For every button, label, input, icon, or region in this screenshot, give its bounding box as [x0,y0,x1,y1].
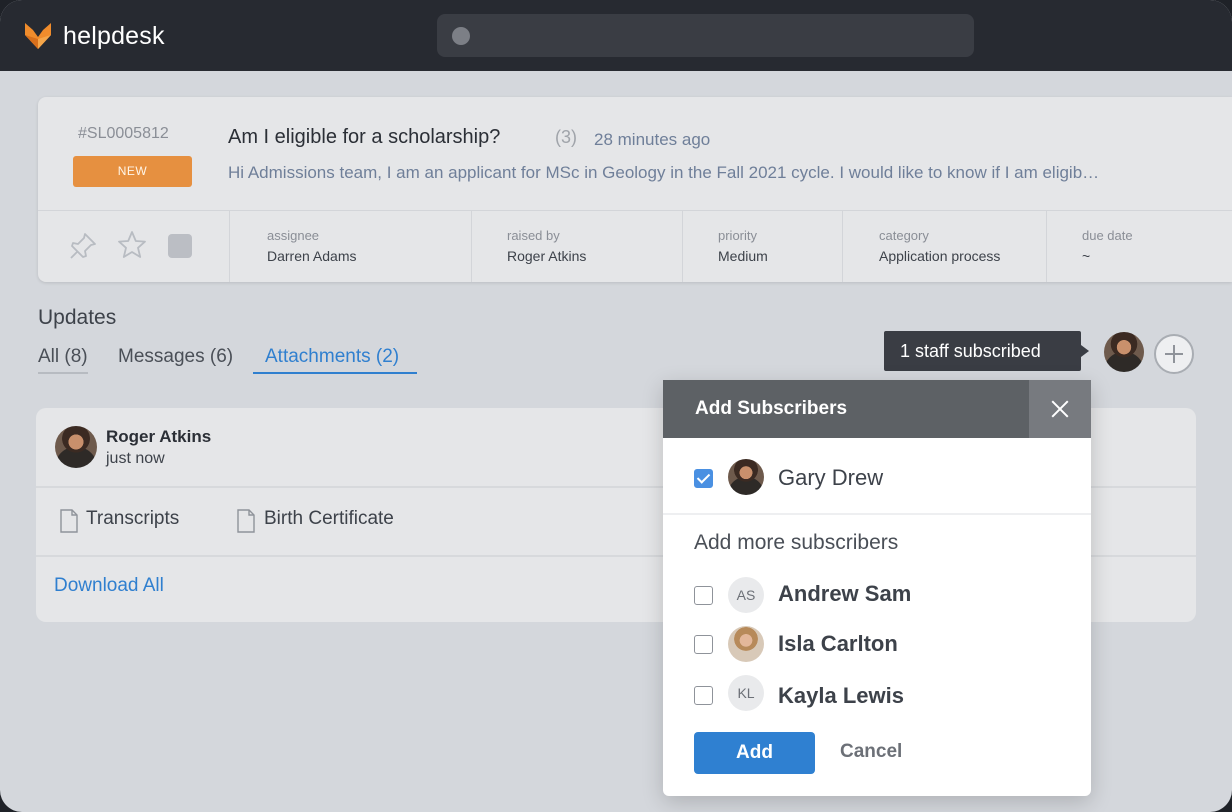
top-bar: helpdesk [0,0,1232,71]
file-link[interactable]: Transcripts [86,508,179,530]
candidate-name: Andrew Sam [778,581,912,606]
meta-label: priority [718,228,758,243]
meta-due-date[interactable]: due date ~ [1046,211,1232,282]
ticket-actions [38,211,229,282]
add-more-label: Add more subscribers [694,531,899,554]
updates-heading: Updates [38,306,117,329]
square-icon[interactable] [168,234,192,258]
meta-assignee[interactable]: assignee Darren Adams [229,211,471,282]
avatar [728,459,764,495]
tab-attachments[interactable]: Attachments (2) [253,346,417,374]
meta-value: Application process [879,248,1001,264]
tab-messages[interactable]: Messages (6) [118,346,233,372]
brand-name: helpdesk [63,22,165,50]
meta-priority[interactable]: priority Medium [682,211,842,282]
avatar: KL [728,675,764,711]
modal-header: Add Subscribers [663,380,1091,438]
ticket-time: 28 minutes ago [594,130,711,149]
pin-icon[interactable] [68,231,98,261]
download-all-link[interactable]: Download All [54,575,164,597]
candidate-checkbox[interactable] [694,686,713,705]
meta-value: Medium [718,248,768,264]
ticket-snippet: Hi Admissions team, I am an applicant fo… [228,163,1100,182]
post-time: just now [106,450,165,467]
search-input[interactable] [437,14,974,57]
subscriber-name: Gary Drew [778,465,884,490]
avatar [55,426,97,468]
avatar[interactable] [1104,332,1144,372]
subscriber-checkbox[interactable] [694,469,713,488]
ticket-title[interactable]: Am I eligible for a scholarship? [228,126,500,149]
file-icon [60,509,78,533]
modal-title: Add Subscribers [695,398,848,419]
meta-label: due date [1082,228,1133,243]
reply-count: (3) [555,127,577,147]
tab-all[interactable]: All (8) [38,346,88,374]
meta-value: Darren Adams [267,248,357,264]
avatar [728,626,764,662]
meta-category[interactable]: category Application process [842,211,1046,282]
ticket-id: #SL0005812 [78,125,169,142]
file-icon [237,509,255,533]
candidate-name: Kayla Lewis [778,683,904,708]
meta-label: raised by [507,228,560,243]
candidate-checkbox[interactable] [694,635,713,654]
avatar: AS [728,577,764,613]
app-window: helpdesk #SL0005812 NEW Am I eligible fo… [0,0,1232,812]
candidate-name: Isla Carlton [778,631,898,656]
divider [663,513,1091,515]
add-subscribers-modal: Add Subscribers Gary Drew Add more subsc… [663,380,1091,796]
author-name: Roger Atkins [106,427,212,446]
fox-logo-icon [25,23,51,49]
meta-label: category [879,228,929,243]
meta-raised-by[interactable]: raised by Roger Atkins [471,211,682,282]
file-link[interactable]: Birth Certificate [264,508,394,530]
add-button[interactable]: Add [694,732,815,774]
staff-subscribed-tooltip: 1 staff subscribed [884,331,1089,371]
star-icon[interactable] [117,230,147,260]
candidate-checkbox[interactable] [694,586,713,605]
ticket-card: #SL0005812 NEW Am I eligible for a schol… [38,97,1232,282]
search-icon [452,27,470,45]
close-icon[interactable] [1029,380,1091,438]
meta-value: Roger Atkins [507,248,587,264]
status-badge: NEW [73,156,192,187]
cancel-button[interactable]: Cancel [840,741,902,763]
meta-label: assignee [267,228,320,243]
meta-value: ~ [1082,248,1091,264]
add-subscriber-button[interactable] [1154,334,1194,374]
